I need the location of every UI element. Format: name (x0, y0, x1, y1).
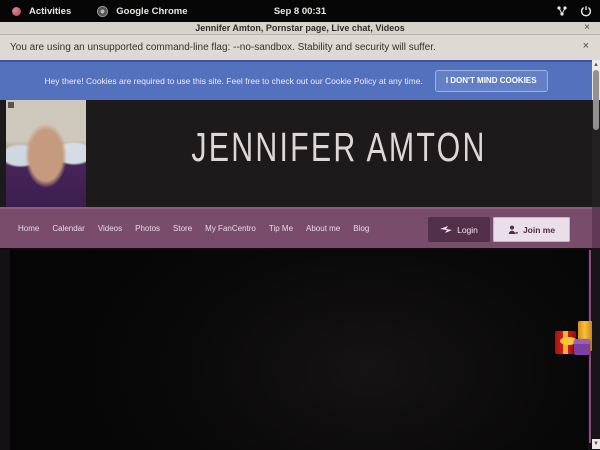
recording-indicator-icon (12, 7, 21, 16)
header-photo[interactable] (6, 100, 86, 207)
scrollbar-thumb[interactable] (593, 70, 599, 130)
join-me-label: Join me (523, 225, 555, 235)
nav-item-home[interactable]: Home (18, 224, 39, 233)
login-label: Login (457, 225, 478, 235)
scrollbar-track-segment (592, 207, 600, 248)
chrome-app-icon (97, 6, 108, 17)
gnome-top-bar: Activities Google Chrome Sep 8 00:31 (0, 0, 600, 22)
nav-item-tipme[interactable]: Tip Me (269, 224, 293, 233)
focused-app-menu[interactable]: Google Chrome (116, 6, 187, 17)
gift-red (555, 331, 576, 354)
site-nav: Home Calendar Videos Photos Store My Fan… (0, 207, 592, 248)
scrollbar-down-icon[interactable]: ▼ (592, 439, 600, 449)
scrollbar-up-icon[interactable]: ▲ (592, 61, 600, 70)
warning-text: You are using an unsupported command-lin… (0, 42, 436, 53)
cookie-message: Hey there! Cookies are required to use t… (44, 76, 422, 86)
site-header: JENNIFER AMTON (0, 100, 592, 207)
browser-tab-bar: Jennifer Amton, Pornstar page, Live chat… (0, 22, 600, 35)
page-viewport: Hey there! Cookies are required to use t… (0, 60, 600, 450)
nav-item-store[interactable]: Store (173, 224, 192, 233)
nav-item-videos[interactable]: Videos (98, 224, 122, 233)
gift-boxes-sticker (552, 318, 594, 364)
join-me-button[interactable]: Join me (493, 217, 570, 242)
power-icon[interactable] (580, 5, 592, 17)
nav-item-blog[interactable]: Blog (353, 224, 369, 233)
sandbox-warning-bar: You are using an unsupported command-lin… (0, 35, 600, 60)
page-left-margin (0, 250, 10, 450)
photo-watermark (8, 102, 14, 108)
nav-item-calendar[interactable]: Calendar (52, 224, 84, 233)
login-arrow-icon (440, 225, 452, 234)
screen: Activities Google Chrome Sep 8 00:31 Jen… (0, 0, 600, 450)
nav-item-aboutme[interactable]: About me (306, 224, 340, 233)
scrollbar-track-segment (592, 248, 600, 450)
tab-close-icon[interactable]: × (584, 22, 590, 33)
nav-item-myfancentro[interactable]: My FanCentro (205, 224, 256, 233)
person-plus-icon (508, 225, 518, 235)
activities-button[interactable]: Activities (29, 6, 71, 17)
gift-purple (574, 339, 590, 355)
accept-cookies-button[interactable]: I DON'T MIND COOKIES (435, 70, 548, 92)
network-icon[interactable] (556, 5, 568, 17)
nav-item-photos[interactable]: Photos (135, 224, 160, 233)
tab-title[interactable]: Jennifer Amton, Pornstar page, Live chat… (0, 23, 600, 33)
scrollbar[interactable]: ▲ ▼ (592, 60, 600, 450)
login-button[interactable]: Login (428, 217, 490, 242)
warning-close-icon[interactable]: × (583, 40, 589, 52)
live-video-player[interactable] (10, 250, 588, 450)
cookie-banner: Hey there! Cookies are required to use t… (0, 60, 592, 100)
site-title: JENNIFER AMTON (152, 100, 526, 194)
